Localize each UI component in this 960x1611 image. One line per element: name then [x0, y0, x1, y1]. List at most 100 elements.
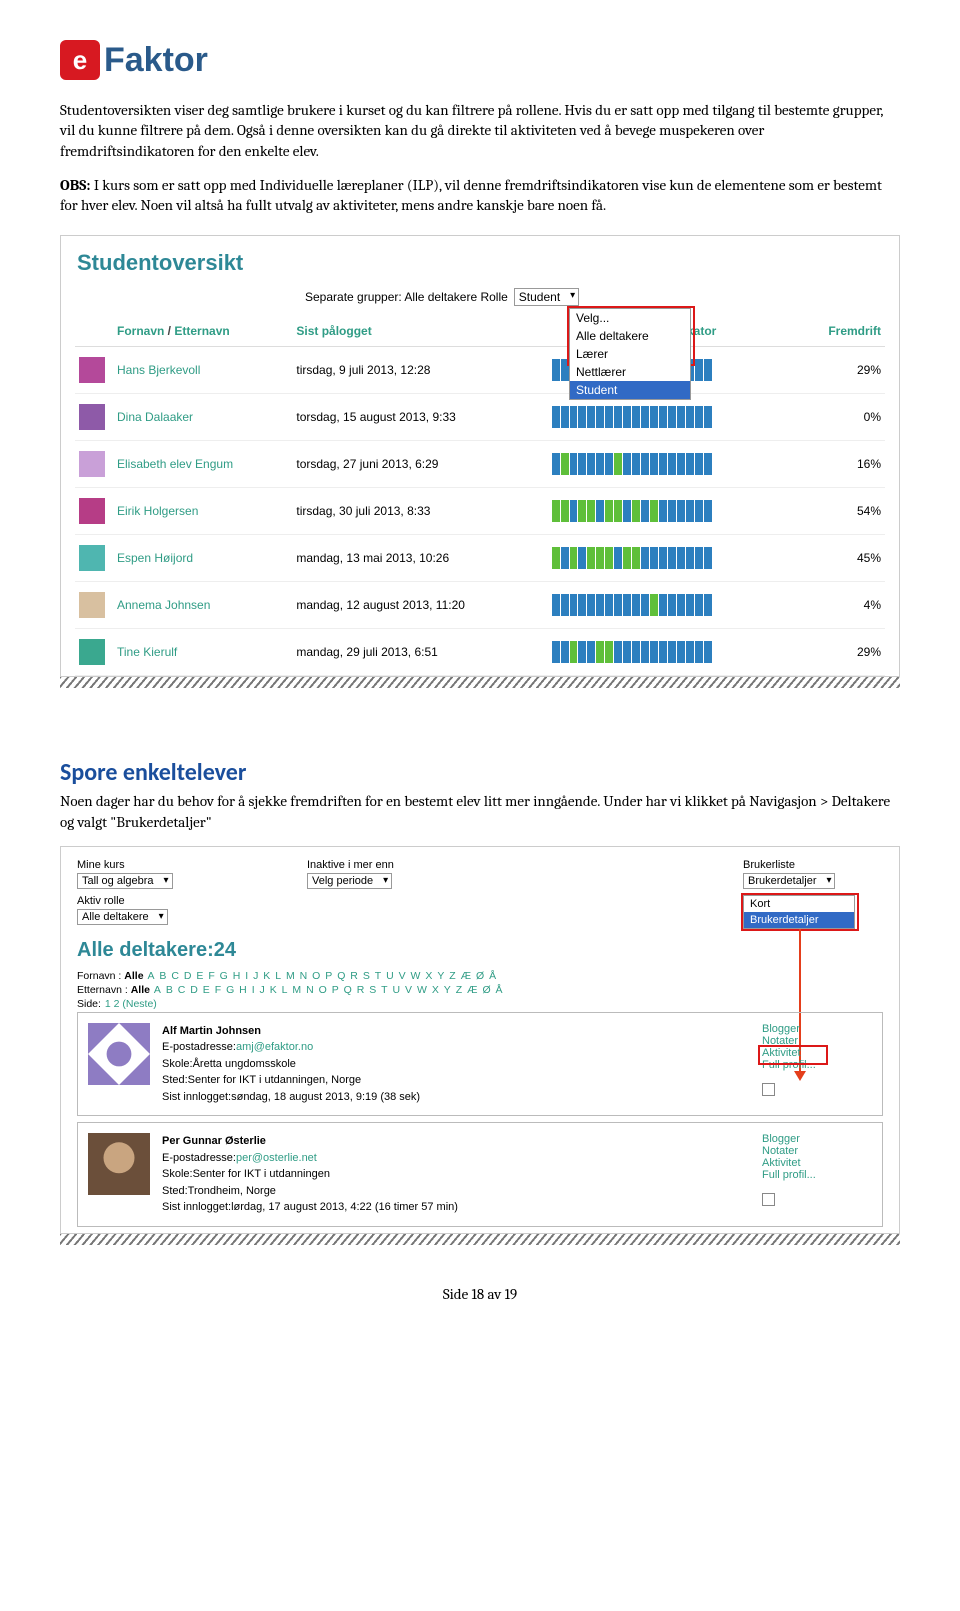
letter-link[interactable]: L — [275, 970, 281, 982]
role-dropdown[interactable]: Velg... Alle deltakere Lærer Nettlærer S… — [569, 308, 691, 400]
letter-link[interactable]: U — [393, 984, 401, 996]
page-link[interactable]: 1 2 (Neste) — [105, 998, 157, 1010]
letter-link[interactable]: H — [239, 984, 247, 996]
col-etternavn[interactable]: Etternavn — [174, 324, 229, 338]
dropdown-option[interactable]: Alle deltakere — [570, 327, 690, 345]
letter-link[interactable]: O — [319, 984, 327, 996]
letter-link[interactable]: N — [306, 984, 314, 996]
select-brukerliste[interactable]: Brukerdetaljer — [743, 873, 835, 889]
letter-link[interactable]: I — [252, 984, 255, 996]
role-select[interactable]: Student — [514, 288, 579, 306]
user-name[interactable]: Per Gunnar Østerlie — [162, 1135, 266, 1147]
student-name-link[interactable]: Tine Kierulf — [117, 645, 177, 659]
col-fornavn[interactable]: Fornavn — [117, 324, 164, 338]
letter-link[interactable]: Z — [456, 984, 462, 996]
letter-link[interactable]: Å — [489, 970, 496, 982]
letter-link[interactable]: C — [171, 970, 179, 982]
letter-link[interactable]: P — [332, 984, 339, 996]
letter-link[interactable]: X — [425, 970, 432, 982]
letter-link[interactable]: B — [159, 970, 166, 982]
letter-link[interactable]: O — [312, 970, 320, 982]
progress-indicator[interactable] — [552, 500, 712, 522]
letter-link[interactable]: F — [208, 970, 214, 982]
progress-indicator[interactable] — [552, 547, 712, 569]
letter-link[interactable]: M — [292, 984, 301, 996]
user-email[interactable]: amj@efaktor.no — [236, 1041, 313, 1053]
letter-link[interactable]: Æ — [467, 984, 478, 996]
student-name-link[interactable]: Annema Johnsen — [117, 598, 210, 612]
letter-link[interactable]: I — [245, 970, 248, 982]
link-aktivitet[interactable]: Aktivitet — [762, 1157, 872, 1169]
letter-link[interactable]: R — [350, 970, 358, 982]
letter-link[interactable]: K — [263, 970, 270, 982]
letter-link[interactable]: L — [282, 984, 288, 996]
letter-link[interactable]: V — [405, 984, 412, 996]
letter-link[interactable]: M — [286, 970, 295, 982]
link-blogger[interactable]: Blogger — [762, 1023, 872, 1035]
dropdown-option[interactable]: Lærer — [570, 345, 690, 363]
student-name-link[interactable]: Dina Dalaaker — [117, 410, 193, 424]
student-name-link[interactable]: Espen Høijord — [117, 551, 193, 565]
letter-link[interactable]: T — [375, 970, 381, 982]
letter-link[interactable]: Y — [444, 984, 451, 996]
letter-link[interactable]: D — [190, 984, 198, 996]
letter-link[interactable]: K — [270, 984, 277, 996]
brukerliste-dropdown[interactable]: Kort Brukerdetaljer — [743, 895, 855, 929]
link-notater[interactable]: Notater — [762, 1145, 872, 1157]
letter-link[interactable]: N — [300, 970, 308, 982]
checkbox[interactable] — [762, 1083, 775, 1096]
dropdown-option-selected[interactable]: Student — [570, 381, 690, 399]
student-name-link[interactable]: Eirik Holgersen — [117, 504, 198, 518]
letter-link[interactable]: V — [399, 970, 406, 982]
letter-link[interactable]: P — [325, 970, 332, 982]
letter-link[interactable]: Y — [437, 970, 444, 982]
letter-link[interactable]: C — [178, 984, 186, 996]
student-name-link[interactable]: Hans Bjerkevoll — [117, 363, 200, 377]
progress-indicator[interactable] — [552, 594, 712, 616]
letter-link[interactable]: H — [233, 970, 241, 982]
letter-link[interactable]: U — [386, 970, 394, 982]
letter-link[interactable]: R — [357, 984, 365, 996]
letter-link[interactable]: Ø — [476, 970, 484, 982]
letter-link[interactable]: E — [196, 970, 203, 982]
letter-link[interactable]: Q — [344, 984, 352, 996]
letter-link[interactable]: Q — [337, 970, 345, 982]
link-blogger[interactable]: Blogger — [762, 1133, 872, 1145]
letter-link[interactable]: A — [147, 970, 154, 982]
letter-link[interactable]: Å — [496, 984, 503, 996]
letter-link[interactable]: D — [184, 970, 192, 982]
progress-indicator[interactable] — [552, 453, 712, 475]
letter-link[interactable]: J — [253, 970, 258, 982]
progress-indicator[interactable] — [552, 641, 712, 663]
select-kurs[interactable]: Tall og algebra — [77, 873, 173, 889]
dropdown-option[interactable]: Nettlærer — [570, 363, 690, 381]
letter-link[interactable]: B — [166, 984, 173, 996]
letter-link[interactable]: W — [411, 970, 421, 982]
user-name[interactable]: Alf Martin Johnsen — [162, 1025, 261, 1037]
letter-link[interactable]: E — [203, 984, 210, 996]
letter-link[interactable]: Æ — [461, 970, 472, 982]
link-fullprofil[interactable]: Full profil... — [762, 1169, 872, 1181]
letter-link[interactable]: Ø — [482, 984, 490, 996]
letter-link[interactable]: W — [417, 984, 427, 996]
dropdown-option[interactable]: Velg... — [570, 309, 690, 327]
progress-indicator[interactable] — [552, 406, 712, 428]
dropdown-option[interactable]: Kort — [744, 896, 854, 912]
letter-link[interactable]: G — [226, 984, 234, 996]
letter-link[interactable]: A — [154, 984, 161, 996]
letter-link[interactable]: J — [260, 984, 265, 996]
select-rolle[interactable]: Alle deltakere — [77, 909, 168, 925]
letter-link[interactable]: F — [215, 984, 221, 996]
letter-link[interactable]: G — [220, 970, 228, 982]
student-name-link[interactable]: Elisabeth elev Engum — [117, 457, 233, 471]
letter-link[interactable]: T — [381, 984, 387, 996]
select-periode[interactable]: Velg periode — [307, 873, 392, 889]
checkbox[interactable] — [762, 1193, 775, 1206]
table-row: Eirik Holgersen tirsdag, 30 juli 2013, 8… — [75, 488, 885, 535]
letter-link[interactable]: X — [432, 984, 439, 996]
letter-link[interactable]: S — [363, 970, 370, 982]
letter-link[interactable]: Z — [449, 970, 455, 982]
dropdown-option-selected[interactable]: Brukerdetaljer — [744, 912, 854, 928]
user-email[interactable]: per@osterlie.net — [236, 1152, 317, 1164]
letter-link[interactable]: S — [369, 984, 376, 996]
